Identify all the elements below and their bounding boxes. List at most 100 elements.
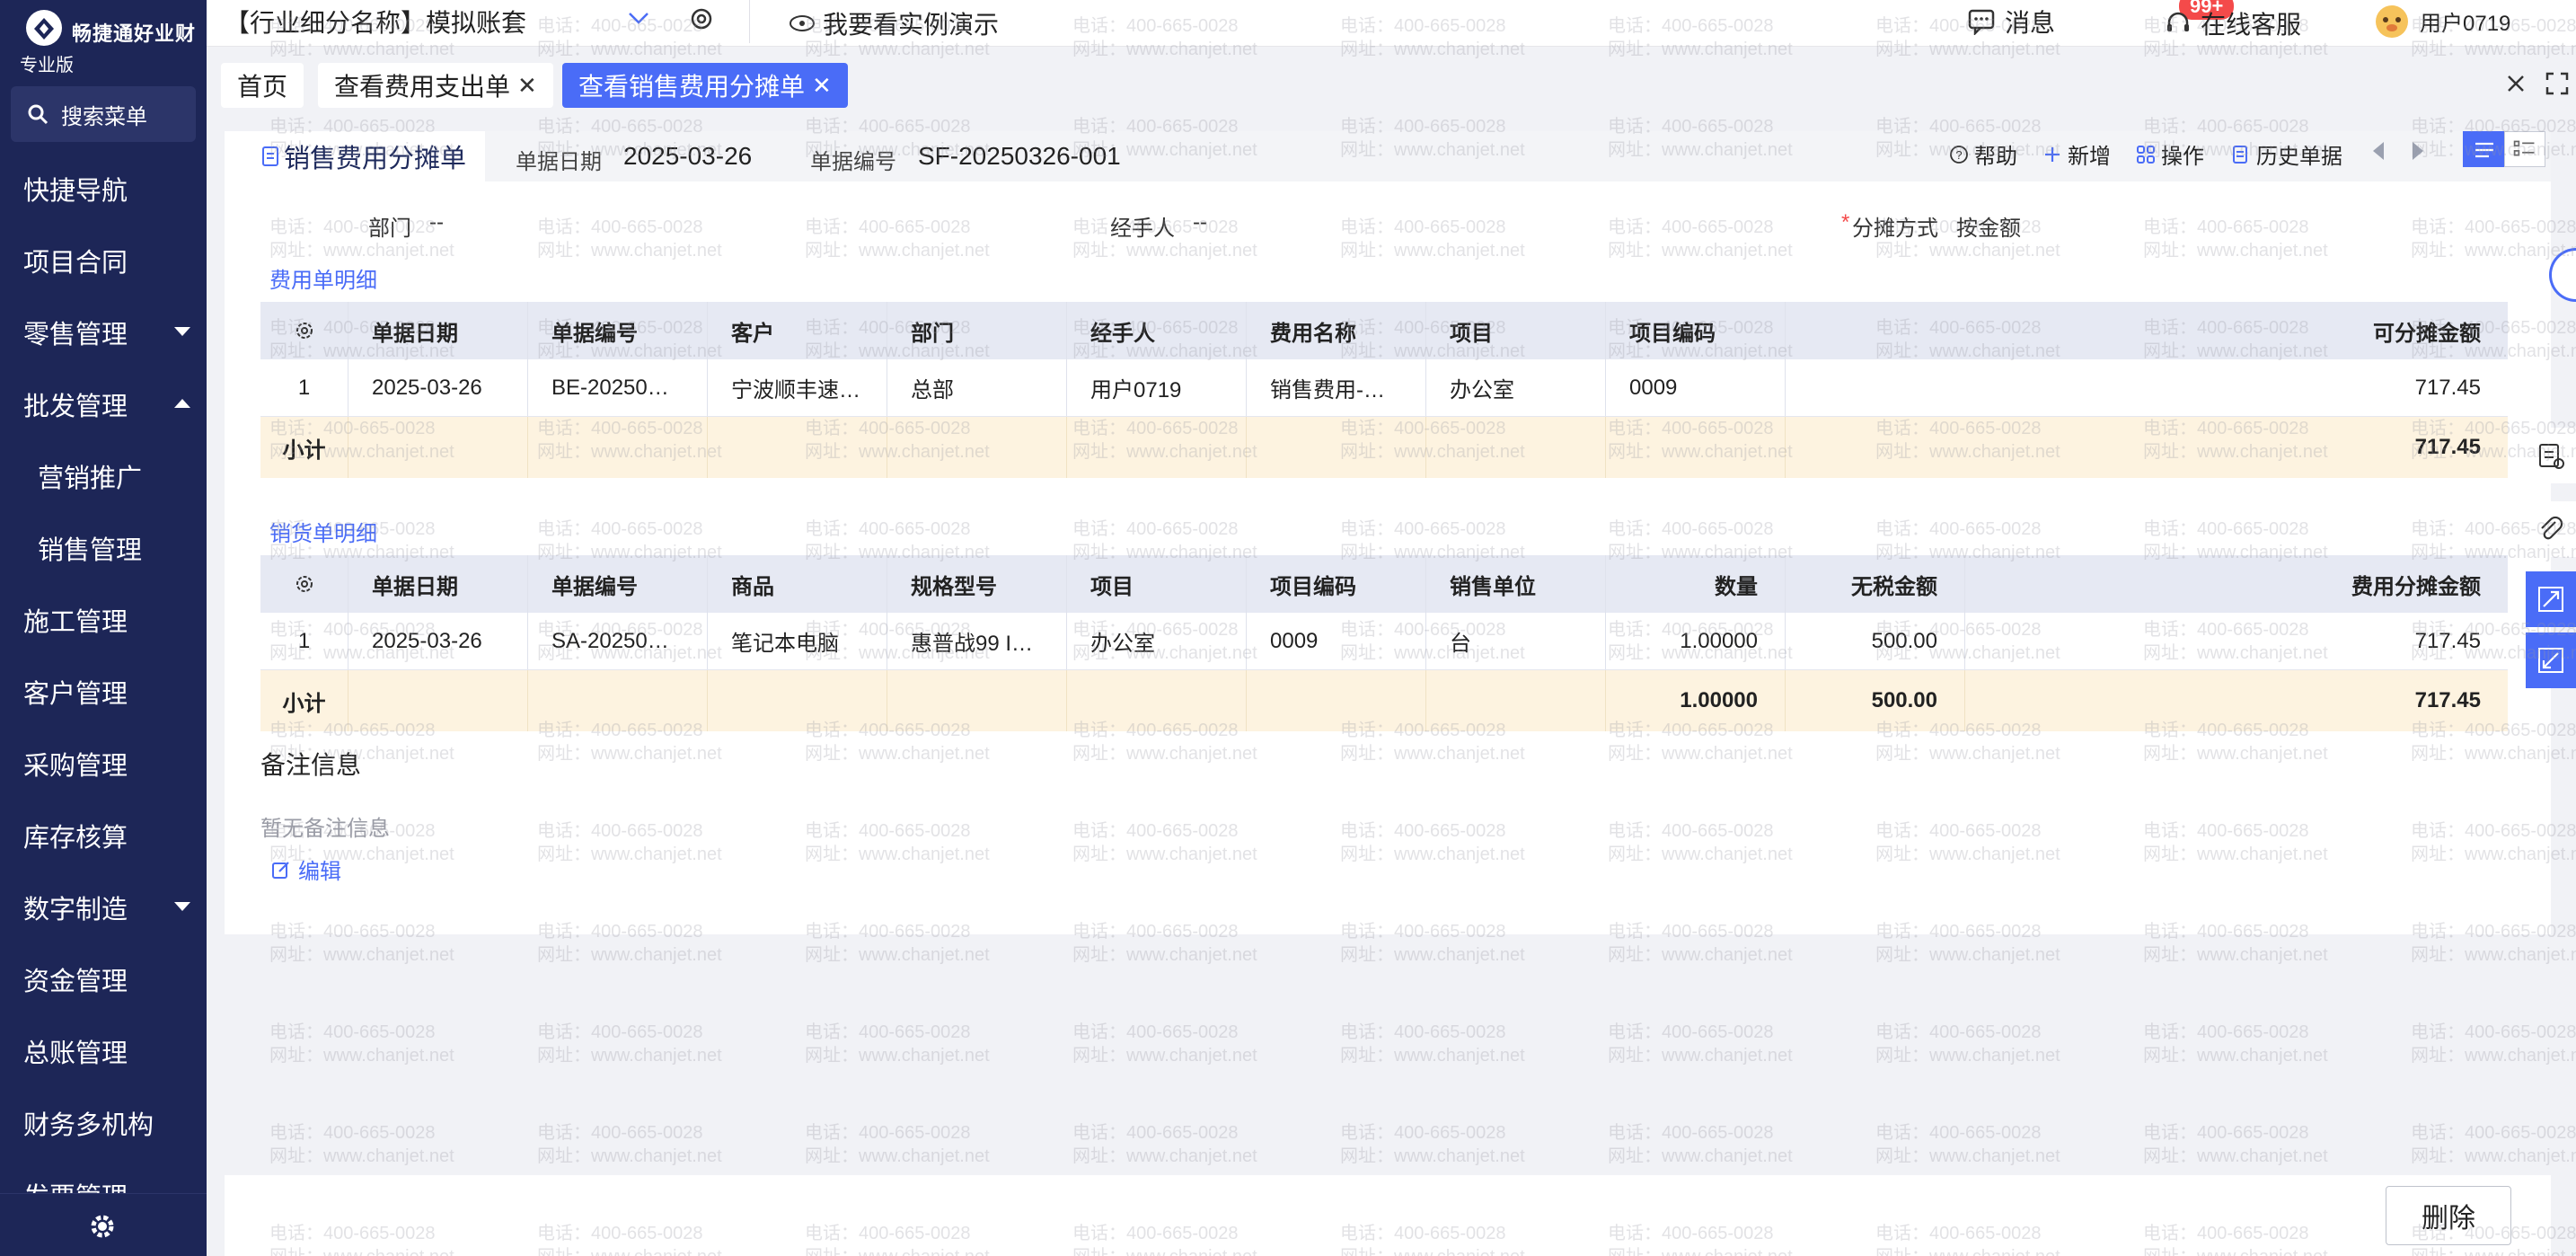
close-all-icon[interactable] <box>2501 68 2531 99</box>
empty-cell <box>348 670 528 731</box>
delete-button[interactable]: 删除 <box>2386 1186 2511 1245</box>
sidebar-item-purchase[interactable]: 采购管理 <box>0 739 207 789</box>
empty-cell <box>528 670 708 731</box>
alloc-method-value[interactable]: 按金额 <box>1956 210 2021 242</box>
online-service-label: 在线客服 <box>2201 11 2302 39</box>
fullscreen-icon[interactable] <box>2542 68 2572 99</box>
sidebar-item-funds[interactable]: 资金管理 <box>0 954 207 1004</box>
sidebar-item-wholesale[interactable]: 批发管理 <box>0 379 207 429</box>
cell-customer: 宁波顺丰速… <box>708 359 887 416</box>
column-settings-cell[interactable] <box>260 555 348 613</box>
sidebar-item-inventory[interactable]: 库存核算 <box>0 810 207 861</box>
sidebar-item-retail[interactable]: 零售管理 <box>0 307 207 358</box>
table-row[interactable]: 1 2025-03-26 BE-20250… 宁波顺丰速… 总部 用户0719 … <box>260 359 2508 417</box>
column-header[interactable]: 客户 <box>708 302 887 359</box>
column-header[interactable]: 费用分摊金额 <box>1965 555 2508 613</box>
close-icon[interactable]: ✕ <box>812 72 832 100</box>
sidebar-item-marketing[interactable]: 营销推广 <box>0 451 207 501</box>
tab-home[interactable]: 首页 <box>221 63 304 108</box>
sidebar-item-ledger[interactable]: 总账管理 <box>0 1026 207 1076</box>
detail-view-button[interactable] <box>2504 131 2545 167</box>
cell-bill-no[interactable]: BE-20250… <box>528 359 708 416</box>
search-menu-button[interactable]: 搜索菜单 <box>11 86 196 142</box>
column-header[interactable]: 数量 <box>1606 555 1786 613</box>
sidebar-item-label: 总账管理 <box>23 1039 128 1068</box>
handler-value[interactable]: -- <box>1193 210 1207 235</box>
empty-cell <box>1426 417 1606 478</box>
column-header[interactable]: 项目 <box>1426 302 1606 359</box>
logo: 畅捷通好业财 专业版 <box>20 7 199 75</box>
cell-amount: 717.45 <box>2414 375 2481 400</box>
column-header[interactable]: 销售单位 <box>1426 555 1606 613</box>
messages-button[interactable]: 消息 <box>1967 4 2055 40</box>
expand-button[interactable] <box>2526 571 2576 627</box>
empty-cell <box>528 417 708 478</box>
prev-arrow-icon[interactable] <box>2373 142 2384 160</box>
document-header: 销售费用分摊单 单据日期 2025-03-26 单据编号 SF-20250326… <box>225 131 2551 181</box>
column-header[interactable]: 单据编号 <box>528 555 708 613</box>
history-button[interactable]: 历史单据 <box>2231 138 2342 170</box>
collapse-button[interactable] <box>2526 632 2576 688</box>
column-header[interactable]: 项目编码 <box>1247 555 1426 613</box>
tab-label: 查看销售费用分摊单 <box>578 73 806 101</box>
column-header[interactable]: 项目编码 <box>1606 302 1786 359</box>
column-header[interactable]: 单据编号 <box>528 302 708 359</box>
required-mark: * <box>1841 210 1850 234</box>
help-button[interactable]: ? 帮助 <box>1949 138 2017 170</box>
account-name[interactable]: 【行业细分名称】模拟账套 <box>225 4 526 40</box>
user-menu[interactable]: 用户0719 <box>2373 2 2510 40</box>
online-service-button[interactable]: 在线客服 <box>2165 5 2301 41</box>
add-button[interactable]: 新增 <box>2042 138 2111 170</box>
demo-label: 我要看实例演示 <box>823 11 1000 39</box>
float-assistant-icon[interactable] <box>2549 248 2576 302</box>
column-header[interactable]: 经手人 <box>1067 302 1247 359</box>
cell-project: 办公室 <box>1067 613 1247 669</box>
attachment-list-button[interactable] <box>2526 428 2576 483</box>
column-header[interactable]: 单据日期 <box>348 555 528 613</box>
document-title: 销售费用分摊单 <box>225 131 485 181</box>
column-header[interactable]: 费用名称 <box>1247 302 1426 359</box>
subtotal-amount: 717.45 <box>2414 435 2481 459</box>
sidebar-item-customer[interactable]: 客户管理 <box>0 667 207 717</box>
column-header[interactable]: 可分摊金额 <box>1786 302 2508 359</box>
close-icon[interactable]: ✕ <box>517 72 537 100</box>
column-header[interactable]: 无税金额 <box>1786 555 1965 613</box>
remark-title: 备注信息 <box>260 751 362 779</box>
sidebar-item-multi-org[interactable]: 财务多机构 <box>0 1098 207 1148</box>
sidebar-item-construction[interactable]: 施工管理 <box>0 595 207 645</box>
dept-value[interactable]: -- <box>429 210 444 235</box>
clipboard-icon <box>2539 444 2564 469</box>
sidebar-item-project-contract[interactable]: 项目合同 <box>0 235 207 286</box>
column-header[interactable]: 商品 <box>708 555 887 613</box>
empty-cell <box>887 417 1067 478</box>
chevron-down-icon[interactable] <box>627 9 650 27</box>
plus-icon <box>2045 146 2060 162</box>
gear-icon[interactable] <box>688 5 715 32</box>
demo-link[interactable]: 我要看实例演示 <box>789 5 999 41</box>
column-header[interactable]: 部门 <box>887 302 1067 359</box>
sidebar-item-label: 施工管理 <box>23 608 128 637</box>
list-view-button[interactable] <box>2463 131 2504 167</box>
sidebar-item-quick-nav[interactable]: 快捷导航 <box>0 164 207 214</box>
column-header[interactable]: 项目 <box>1067 555 1247 613</box>
edit-remark-button[interactable]: 编辑 <box>271 854 341 885</box>
table-row[interactable]: 1 2025-03-26 SA-20250… 笔记本电脑 惠普战99 I… 办公… <box>260 613 2508 670</box>
operations-button[interactable]: 操作 <box>2136 138 2204 170</box>
edition-label: 专业版 <box>20 56 74 75</box>
help-icon: ? <box>1950 145 1968 164</box>
cell-bill-no[interactable]: SA-20250… <box>528 613 708 669</box>
column-header[interactable]: 规格型号 <box>887 555 1067 613</box>
attachment-button[interactable] <box>2526 501 2576 557</box>
sidebar-item-sales[interactable]: 销售管理 <box>0 523 207 573</box>
sidebar-item-manufacturing[interactable]: 数字制造 <box>0 882 207 933</box>
tab-expense-bill[interactable]: 查看费用支出单 ✕ <box>318 63 553 108</box>
next-arrow-icon[interactable] <box>2413 142 2423 160</box>
chat-icon <box>1968 9 1995 35</box>
grid-icon <box>2137 145 2155 164</box>
column-settings-cell[interactable] <box>260 302 348 359</box>
cell-spec: 惠普战99 I… <box>887 613 1067 669</box>
tab-sales-expense-allocation[interactable]: 查看销售费用分摊单 ✕ <box>562 63 848 108</box>
column-header[interactable]: 单据日期 <box>348 302 528 359</box>
settings-gear-icon[interactable] <box>88 1212 117 1241</box>
sidebar-item-label: 客户管理 <box>23 680 128 709</box>
